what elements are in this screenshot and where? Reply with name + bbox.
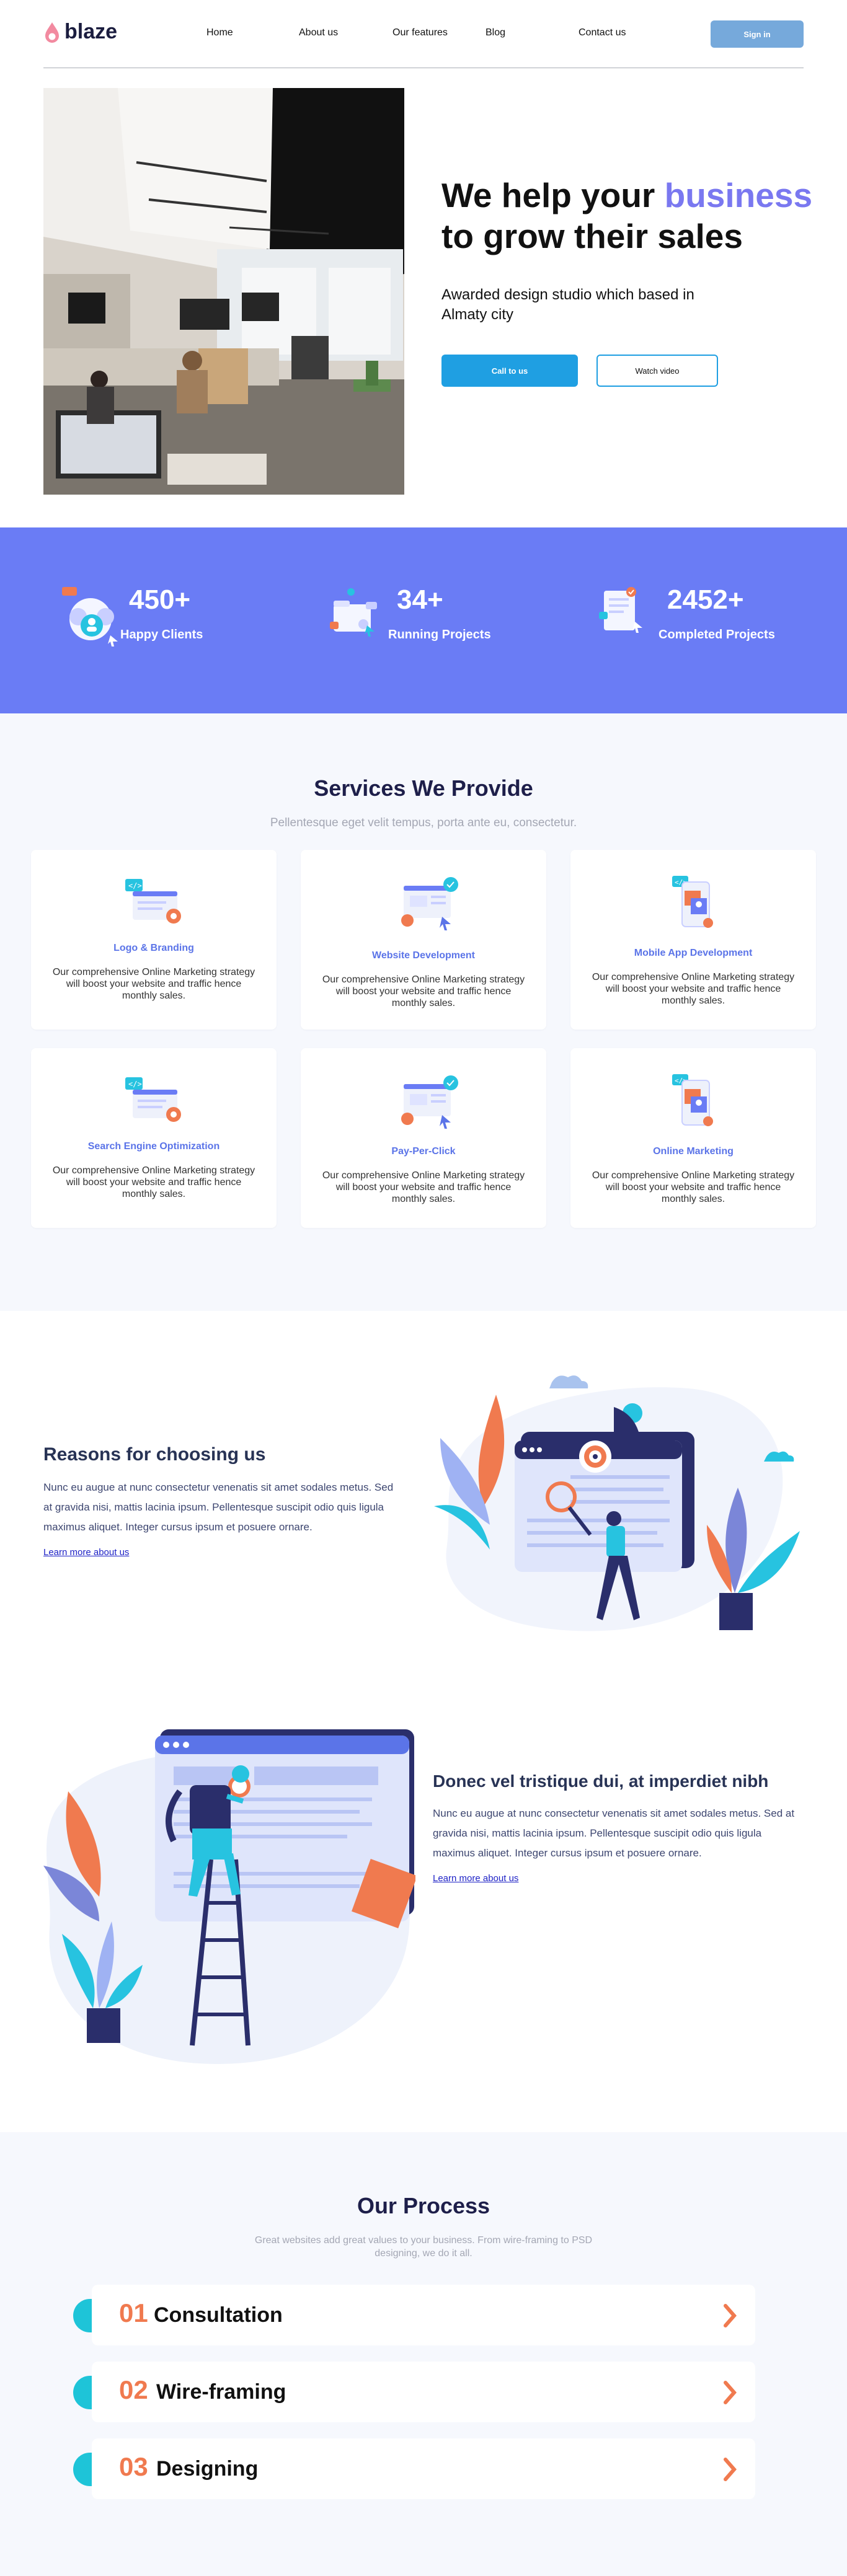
- step-accent: [73, 2299, 92, 2332]
- code-window-icon: </>: [125, 1077, 181, 1122]
- step-label: Designing: [156, 2457, 259, 2481]
- process-step[interactable]: 03 Designing: [73, 2438, 755, 2499]
- service-card[interactable]: </> Logo & Branding Our comprehensive On…: [31, 850, 277, 1030]
- hero-title-suffix: to grow their sales: [441, 217, 743, 255]
- reasons-title: Reasons for choosing us: [43, 1444, 266, 1465]
- learn-more-link[interactable]: Learn more about us: [433, 1873, 518, 1884]
- nav-about[interactable]: About us: [299, 27, 338, 38]
- svg-text:</>: </>: [128, 1080, 142, 1088]
- reasons-text: Nunc eu augue at nunc consectetur venena…: [43, 1481, 394, 1533]
- designer-illustration: [43, 1729, 415, 2064]
- step-card: 02 Wire-framing: [92, 2362, 755, 2422]
- stat-label: Running Projects: [388, 628, 491, 642]
- call-to-us-button[interactable]: Call to us: [441, 355, 578, 387]
- browser-window-icon: [401, 1075, 458, 1129]
- stat-value: 34+: [397, 584, 443, 615]
- step-number: 03: [119, 2452, 148, 2481]
- stat-label: Happy Clients: [120, 628, 203, 642]
- hero-title-prefix: We help your: [441, 176, 665, 214]
- step-label: Consultation: [154, 2303, 283, 2327]
- service-title: Pay-Per-Click: [391, 1146, 456, 1157]
- nav-features[interactable]: Our features: [392, 27, 448, 38]
- service-desc: Our comprehensive Online Marketing strat…: [592, 1170, 795, 1204]
- sign-in-button[interactable]: Sign in: [711, 20, 804, 48]
- process-subtitle: Great websites add great values to your …: [254, 2235, 593, 2259]
- service-title: Website Development: [372, 950, 475, 961]
- service-card[interactable]: </> Search Engine Optimization Our compr…: [31, 1048, 277, 1228]
- service-desc: Our comprehensive Online Marketing strat…: [322, 974, 525, 1008]
- step-card: 03 Designing: [92, 2438, 755, 2499]
- office-photo: [43, 88, 404, 495]
- service-desc: Our comprehensive Online Marketing strat…: [52, 967, 255, 1001]
- hero-subtitle: Awarded design studio which based in Alm…: [441, 286, 694, 323]
- stat-happy-clients: 450+ Happy Clients: [61, 584, 247, 659]
- service-desc: Our comprehensive Online Marketing strat…: [592, 972, 795, 1006]
- process-step[interactable]: 02 Wire-framing: [73, 2362, 755, 2422]
- flame-logo-icon: [45, 22, 59, 43]
- services-subtitle: Pellentesque eget velit tempus, porta an…: [270, 816, 577, 829]
- donec-text: Nunc eu augue at nunc consectetur venena…: [433, 1807, 795, 1859]
- service-title: Search Engine Optimization: [87, 1141, 220, 1152]
- service-card[interactable]: Pay-Per-Click Our comprehensive Online M…: [301, 1048, 546, 1228]
- brand-name: blaze: [64, 20, 118, 43]
- clients-group-icon: [62, 587, 118, 646]
- browser-window-icon: [401, 877, 458, 930]
- stat-label: Completed Projects: [659, 628, 775, 642]
- step-accent: [73, 2376, 92, 2409]
- service-card[interactable]: </> Mobile App Development Our comprehen…: [570, 850, 816, 1030]
- service-card[interactable]: </> Online Marketing Our comprehensive O…: [570, 1048, 816, 1228]
- folder-icon: [330, 588, 377, 637]
- document-check-icon: [599, 587, 642, 633]
- nav-contact[interactable]: Contact us: [579, 27, 626, 38]
- chevron-right-icon: [724, 2381, 737, 2404]
- svg-text:</>: </>: [128, 881, 142, 890]
- stat-running-projects: 34+ Running Projects: [329, 584, 515, 659]
- brand-logo[interactable]: blaze: [43, 20, 117, 44]
- stats-band: 450+ Happy Clients 34+ Running Projects: [0, 527, 847, 713]
- process-section: Our Process Great websites add great val…: [0, 2132, 847, 2576]
- service-title: Mobile App Development: [634, 948, 753, 958]
- step-accent: [73, 2453, 92, 2486]
- stat-value: 450+: [129, 584, 191, 615]
- nav-blog[interactable]: Blog: [486, 27, 505, 38]
- nav-home[interactable]: Home: [206, 27, 233, 38]
- step-label: Wire-framing: [156, 2380, 286, 2404]
- hero-title: We help your business to grow their sale…: [441, 175, 826, 257]
- stat-completed-projects: 2452+ Completed Projects: [599, 584, 785, 659]
- learn-more-link[interactable]: Learn more about us: [43, 1547, 129, 1558]
- watch-video-button[interactable]: Watch video: [596, 355, 718, 387]
- service-title: Online Marketing: [653, 1146, 734, 1157]
- analytics-illustration: [434, 1375, 800, 1631]
- chevron-right-icon: [724, 2304, 737, 2327]
- services-section: Services We Provide Pellentesque eget ve…: [0, 713, 847, 1311]
- mobile-app-icon: </>: [672, 876, 713, 928]
- service-desc: Our comprehensive Online Marketing strat…: [52, 1165, 255, 1199]
- site-header: blaze Home About us Our features Blog Co…: [43, 0, 804, 68]
- chevron-right-icon: [724, 2458, 737, 2481]
- step-number: 02: [119, 2375, 148, 2404]
- service-desc: Our comprehensive Online Marketing strat…: [322, 1170, 525, 1204]
- mobile-app-icon: </>: [672, 1074, 713, 1126]
- donec-title: Donec vel tristique dui, at imperdiet ni…: [433, 1771, 769, 1791]
- service-title: Logo & Branding: [113, 943, 194, 953]
- service-card[interactable]: Website Development Our comprehensive On…: [301, 850, 546, 1030]
- hero-title-accent: business: [664, 176, 813, 214]
- process-step[interactable]: 01 Consultation: [73, 2285, 755, 2345]
- stat-value: 2452+: [667, 584, 744, 615]
- process-title: Our Process: [357, 2193, 490, 2218]
- step-number: 01: [119, 2298, 148, 2327]
- services-title: Services We Provide: [314, 775, 533, 801]
- step-card: 01 Consultation: [92, 2285, 755, 2345]
- code-window-icon: </>: [125, 879, 181, 924]
